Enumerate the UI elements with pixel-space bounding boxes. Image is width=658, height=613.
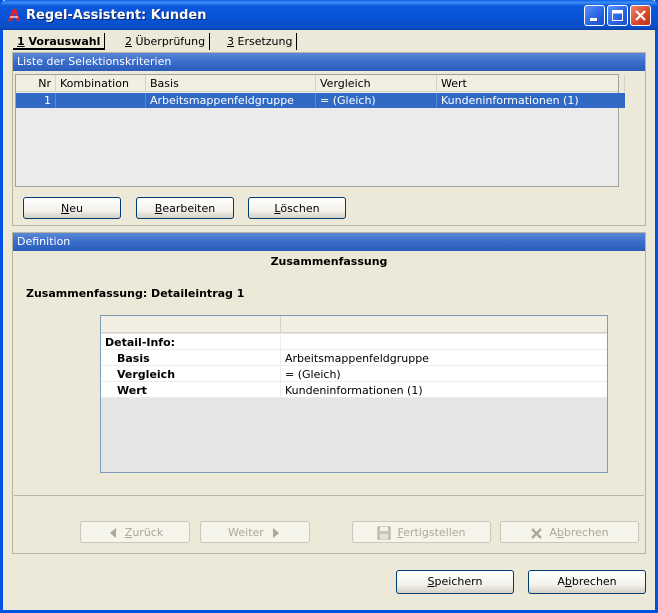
summary-title: Zusammenfassung bbox=[270, 255, 388, 268]
detail-row-vergleich: Vergleich = (Gleich) bbox=[101, 366, 607, 382]
delete-button[interactable]: Löschen bbox=[248, 197, 346, 219]
save-button-label: peichern bbox=[434, 575, 483, 588]
tab-vorauswahl[interactable]: 1 Vorauswahl bbox=[13, 33, 106, 50]
new-button[interactable]: Neu bbox=[23, 197, 121, 219]
col-wert[interactable]: Wert bbox=[437, 75, 625, 92]
detail-separator bbox=[280, 382, 281, 398]
wizard-separator bbox=[14, 495, 644, 496]
save-button-key: S bbox=[427, 575, 435, 588]
col-kombination[interactable]: Kombination bbox=[56, 75, 146, 92]
wizard-cancel-label: brechen bbox=[563, 526, 609, 539]
maximize-icon bbox=[612, 10, 623, 21]
edit-button[interactable]: Bearbeiten bbox=[136, 197, 234, 219]
close-icon bbox=[635, 10, 646, 21]
finish-button[interactable]: Fertigstellen bbox=[352, 521, 491, 543]
detail-table-header bbox=[101, 316, 607, 333]
detail-row-basis: Basis Arbeitsmappenfeldgruppe bbox=[101, 350, 607, 366]
new-button-label: eu bbox=[69, 202, 83, 215]
dialog-window: Regel-Assistent: Kunden 1 Vorauswahl 2 Ü… bbox=[0, 0, 658, 613]
wizard-cancel-button[interactable]: Abbrechen bbox=[500, 521, 639, 543]
detail-key: Vergleich bbox=[117, 368, 176, 381]
wizard-cancel-prefix: A bbox=[549, 526, 557, 539]
window-title: Regel-Assistent: Kunden bbox=[26, 8, 207, 23]
detail-separator bbox=[280, 350, 281, 366]
definition-header: Definition bbox=[13, 233, 645, 251]
tab-ueberpruefung-label: Überprüfung bbox=[132, 35, 206, 48]
criteria-panel: Liste der Selektionskriterien Nr Kombina… bbox=[12, 52, 646, 226]
cancel-button-key: b bbox=[564, 575, 572, 588]
next-button[interactable]: Weiter bbox=[200, 521, 310, 543]
save-button[interactable]: Speichern bbox=[396, 570, 514, 594]
definition-panel: Definition Zusammenfassung Zusammenfassu… bbox=[12, 232, 646, 554]
criteria-list-header: Nr Kombination Basis Vergleich Wert bbox=[16, 75, 625, 92]
tab-ersetzung-label: Ersetzung bbox=[234, 35, 293, 48]
col-vergleich[interactable]: Vergleich bbox=[316, 75, 437, 92]
detail-row-wert: Wert Kundeninformationen (1) bbox=[101, 382, 607, 398]
cancel-button[interactable]: Abbrechen bbox=[528, 570, 646, 594]
detail-key: Wert bbox=[117, 384, 147, 397]
detail-value: Arbeitsmappenfeldgruppe bbox=[285, 352, 429, 365]
detail-table[interactable]: Detail-Info: Basis Arbeitsmappenfeldgrup… bbox=[100, 315, 608, 473]
arrow-left-icon bbox=[109, 528, 116, 538]
minimize-button[interactable] bbox=[584, 5, 605, 26]
title-bar[interactable]: Regel-Assistent: Kunden bbox=[0, 0, 658, 30]
save-disk-icon bbox=[377, 526, 391, 540]
detail-separator bbox=[280, 366, 281, 382]
cancel-button-prefix: A bbox=[557, 575, 565, 588]
back-button[interactable]: Zurück bbox=[80, 521, 190, 543]
app-logo-icon bbox=[8, 9, 20, 21]
finish-button-label: ertigstellen bbox=[403, 526, 466, 539]
close-button[interactable] bbox=[630, 5, 651, 26]
detail-separator bbox=[280, 334, 281, 350]
detail-header-cell bbox=[101, 316, 281, 333]
tab-ersetzung-key: 3 bbox=[227, 35, 234, 48]
col-nr[interactable]: Nr bbox=[16, 75, 56, 92]
detail-key: Basis bbox=[117, 352, 150, 365]
criteria-row[interactable]: 1 Arbeitsmappenfeldgruppe = (Gleich) Kun… bbox=[16, 93, 625, 108]
back-button-label: urück bbox=[132, 526, 164, 539]
cancel-button-label: brechen bbox=[571, 575, 617, 588]
cell-kombination bbox=[56, 93, 146, 108]
criteria-header: Liste der Selektionskriterien bbox=[13, 53, 645, 71]
col-basis[interactable]: Basis bbox=[146, 75, 316, 92]
detail-value: = (Gleich) bbox=[285, 368, 341, 381]
tab-ersetzung[interactable]: 3 Ersetzung bbox=[223, 33, 298, 50]
maximize-button[interactable] bbox=[607, 5, 628, 26]
minimize-icon bbox=[590, 18, 597, 21]
cell-wert: Kundeninformationen (1) bbox=[441, 94, 579, 107]
cancel-x-icon bbox=[531, 527, 543, 539]
new-button-key: N bbox=[61, 202, 70, 215]
criteria-list[interactable]: Nr Kombination Basis Vergleich Wert 1 Ar… bbox=[15, 74, 625, 187]
wizard-cancel-key: b bbox=[556, 526, 564, 539]
detail-group-label: Detail-Info: bbox=[105, 336, 176, 349]
tab-vorauswahl-key: 1 bbox=[17, 35, 25, 48]
tab-ueberpruefung-key: 2 bbox=[125, 35, 132, 48]
delete-button-label: öschen bbox=[280, 202, 320, 215]
next-button-label: Weiter bbox=[228, 526, 264, 539]
cell-vergleich: = (Gleich) bbox=[316, 93, 437, 108]
tab-vorauswahl-label: Vorauswahl bbox=[24, 35, 101, 48]
arrow-right-icon bbox=[272, 528, 279, 538]
tab-ueberpruefung[interactable]: 2 Überprüfung bbox=[121, 33, 211, 50]
cell-basis: Arbeitsmappenfeldgruppe bbox=[146, 93, 316, 108]
edit-button-label: earbeiten bbox=[162, 202, 216, 215]
detail-group-row: Detail-Info: bbox=[101, 334, 607, 350]
cell-nr: 1 bbox=[16, 93, 56, 108]
detail-value: Kundeninformationen (1) bbox=[285, 384, 423, 397]
summary-subtitle: Zusammenfassung: Detaileintrag 1 bbox=[26, 287, 245, 300]
